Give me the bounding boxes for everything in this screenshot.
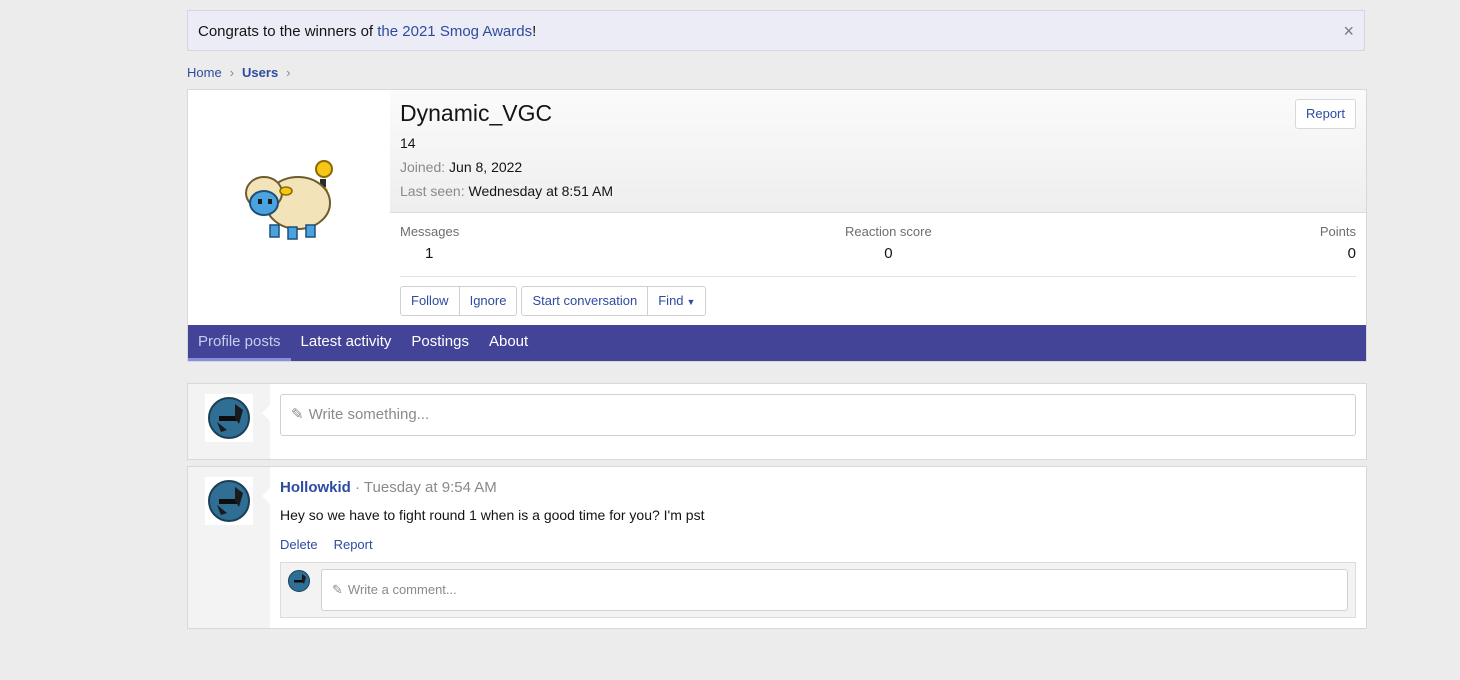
report-button[interactable]: Report xyxy=(1294,99,1356,129)
chevron-right-icon: › xyxy=(229,65,235,80)
last-seen-line: Last seen: Wednesday at 8:51 AM xyxy=(400,183,613,199)
joined-value: Jun 8, 2022 xyxy=(449,159,523,175)
stat-reaction: Reaction score 0 xyxy=(845,224,932,262)
comment-area: ✎ Write a comment... xyxy=(280,562,1356,618)
ignore-button[interactable]: Ignore xyxy=(460,287,517,315)
stat-reaction-value: 0 xyxy=(884,245,893,262)
post-meta: Hollowkid · Tuesday at 9:54 AM xyxy=(280,479,497,496)
profile-actions: Follow Ignore Start conversation Find ▼ xyxy=(400,286,707,316)
sheep-avatar-icon xyxy=(245,160,333,240)
profile-tabs: Profile posts Latest activity Postings A… xyxy=(188,325,1366,361)
notice-text: Congrats to the winners of xyxy=(198,23,378,40)
tab-about[interactable]: About xyxy=(479,325,538,361)
chevron-right-icon: › xyxy=(286,65,291,80)
notice-banner: Congrats to the winners of the 2021 Smog… xyxy=(187,10,1365,51)
close-icon[interactable]: × xyxy=(1343,11,1354,52)
lucario-avatar-icon[interactable] xyxy=(205,394,253,442)
breadcrumb: Home › Users › xyxy=(187,64,299,82)
pencil-icon: ✎ xyxy=(332,582,343,597)
tab-latest-activity[interactable]: Latest activity xyxy=(291,325,402,361)
stat-points-label: Points xyxy=(1319,224,1356,239)
user-title: 14 xyxy=(400,135,416,151)
avatar[interactable] xyxy=(198,99,390,291)
write-something-placeholder: Write something... xyxy=(308,406,430,423)
delete-link[interactable]: Delete xyxy=(280,537,318,552)
find-button[interactable]: Find ▼ xyxy=(648,287,705,315)
post-arrow xyxy=(262,487,271,505)
stat-points-value[interactable]: 0 xyxy=(1320,245,1356,262)
post-body: Hey so we have to fight round 1 when is … xyxy=(280,507,705,523)
conversation-find-group: Start conversation Find ▼ xyxy=(521,286,707,316)
stat-messages-label: Messages xyxy=(400,224,460,239)
stat-messages-value[interactable]: 1 xyxy=(400,245,459,262)
tab-profile-posts[interactable]: Profile posts xyxy=(188,325,291,361)
post-timestamp[interactable]: · Tuesday at 9:54 AM xyxy=(355,479,497,496)
post-author-link[interactable]: Hollowkid xyxy=(280,479,351,496)
profile-post: Hollowkid · Tuesday at 9:54 AM Hey so we… xyxy=(187,466,1367,629)
write-comment-placeholder: Write a comment... xyxy=(347,582,457,597)
follow-button[interactable]: Follow xyxy=(401,287,460,315)
joined-label: Joined: xyxy=(400,159,446,175)
breadcrumb-home[interactable]: Home xyxy=(187,64,222,82)
lucario-avatar-icon xyxy=(288,570,310,592)
breadcrumb-users[interactable]: Users xyxy=(242,64,278,82)
last-seen-value: Wednesday at 8:51 AM xyxy=(468,183,614,199)
username: Dynamic_VGC xyxy=(400,100,553,126)
profile-header: Dynamic_VGC 14 Joined: Jun 8, 2022 Last … xyxy=(390,90,1366,213)
report-link[interactable]: Report xyxy=(334,537,373,552)
find-label: Find xyxy=(658,293,684,308)
write-something-input[interactable]: ✎ Write something... xyxy=(280,394,1356,436)
profile-post-composer: ✎ Write something... xyxy=(187,383,1367,460)
tab-postings[interactable]: Postings xyxy=(401,325,479,361)
profile-card: Dynamic_VGC 14 Joined: Jun 8, 2022 Last … xyxy=(187,89,1367,362)
notice-trail: ! xyxy=(532,23,537,40)
profile-stats: Messages 1 Reaction score 0 Points 0 xyxy=(400,224,1356,277)
follow-ignore-group: Follow Ignore xyxy=(400,286,518,316)
caret-down-icon: ▼ xyxy=(686,297,696,307)
notice-link[interactable]: the 2021 Smog Awards xyxy=(377,23,532,40)
lucario-avatar-icon[interactable] xyxy=(205,477,253,525)
joined-line: Joined: Jun 8, 2022 xyxy=(400,159,522,175)
stat-reaction-label: Reaction score xyxy=(845,224,932,239)
pencil-icon: ✎ xyxy=(291,406,304,423)
post-actions: Delete Report xyxy=(280,537,373,552)
last-seen-label: Last seen: xyxy=(400,183,465,199)
stat-messages: Messages 1 xyxy=(400,224,459,262)
write-comment-input[interactable]: ✎ Write a comment... xyxy=(321,569,1348,611)
composer-arrow xyxy=(262,404,271,422)
start-conversation-button[interactable]: Start conversation xyxy=(522,287,649,315)
stat-points: Points 0 xyxy=(1320,224,1356,262)
